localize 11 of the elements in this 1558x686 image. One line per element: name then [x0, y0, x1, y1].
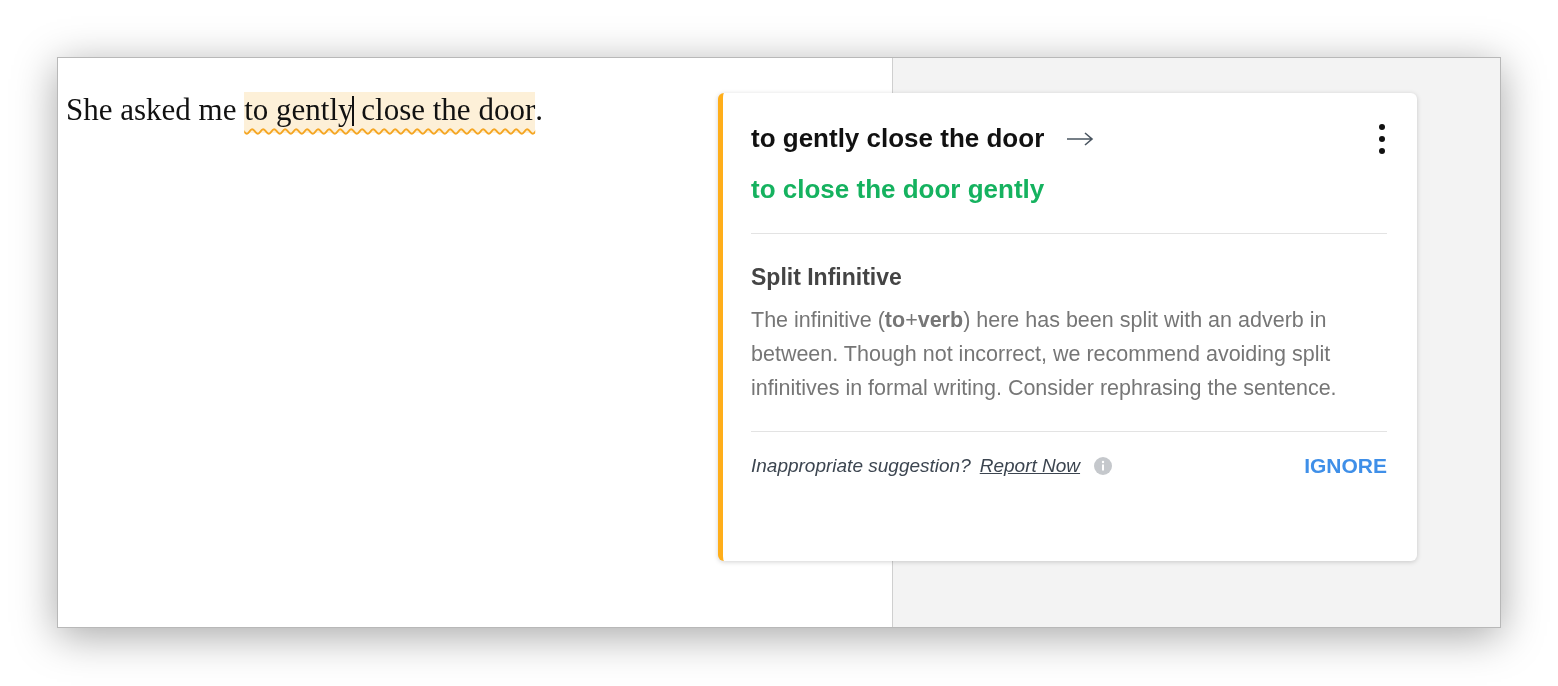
- flagged-phrase[interactable]: to gently close the door: [244, 92, 536, 133]
- arrow-icon: [1066, 131, 1095, 146]
- sentence-text: .: [535, 92, 543, 127]
- text-cursor: [352, 96, 355, 126]
- report-prompt: Inappropriate suggestion?: [751, 455, 971, 477]
- issue-title: Split Infinitive: [751, 264, 903, 291]
- original-phrase: to gently close the door: [751, 123, 1045, 154]
- issue-description: The infinitive (to+verb) here has been split with an adverb in between. Though not incorrect, we recommend avoiding split infinitives in formal writing. Consider rephrasing the sentence.: [751, 307, 1338, 402]
- report-link[interactable]: Report Now: [979, 455, 1081, 477]
- sentence-text: She asked me: [66, 92, 238, 127]
- more-menu-button[interactable]: [1377, 123, 1387, 154]
